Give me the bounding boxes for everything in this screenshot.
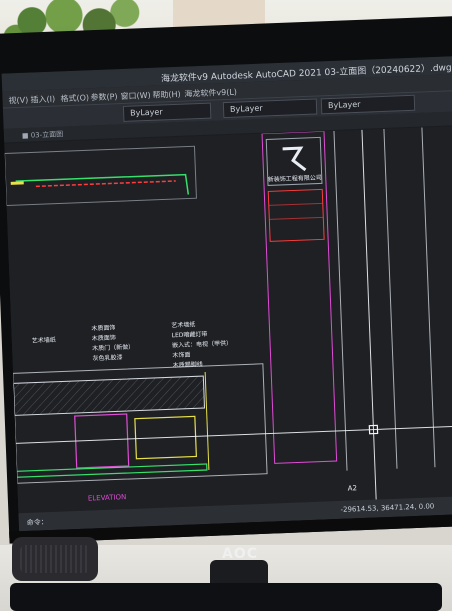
annotation: 木质面饰: [92, 333, 116, 342]
menu-item[interactable]: 视(V): [8, 95, 28, 107]
lineweight-dropdown-label: ByLayer: [229, 103, 263, 114]
brand-logo: AOC: [222, 546, 259, 562]
color-dropdown-label: ByLayer: [327, 99, 361, 111]
annotation: 木饰面: [172, 351, 190, 360]
layer-dropdown[interactable]: ByLayer: [122, 102, 212, 122]
lineweight-dropdown[interactable]: ByLayer: [222, 98, 318, 119]
menu-item[interactable]: 参数(P): [90, 91, 117, 103]
cad-drawing-svg: 新装饰工程有限公司 木质面饰 艺术墙纸 木质面饰 木质门（新做） 灰色乳胶漆 艺…: [4, 125, 452, 514]
photo-scene: 海龙软件v9 Autodesk AutoCAD 2021 03-立面图（2024…: [0, 0, 452, 611]
layer-dropdown-label: ByLayer: [129, 107, 163, 118]
menu-item[interactable]: 帮助(H): [152, 89, 181, 101]
annotation: 木质面饰: [91, 323, 115, 332]
color-dropdown[interactable]: ByLayer: [320, 94, 416, 115]
annotation: 艺术墙纸: [32, 336, 56, 345]
monitor: 海龙软件v9 Autodesk AutoCAD 2021 03-立面图（2024…: [0, 15, 452, 544]
menu-item[interactable]: 插入(I): [30, 94, 55, 106]
annotation: 艺术墙纸: [171, 320, 195, 329]
coordinate-readout: -29614.53, 36471.24, 0.00: [340, 502, 435, 514]
monitor-screen: 海龙软件v9 Autodesk AutoCAD 2021 03-立面图（2024…: [1, 56, 452, 532]
keyboard: [10, 583, 442, 611]
annotation: 木质踢脚线: [173, 360, 203, 369]
menu-item[interactable]: 海龙软件v9(L): [184, 87, 237, 100]
menu-item[interactable]: 窗口(W): [120, 90, 151, 102]
tab-label[interactable]: ■ 03-立面图: [22, 129, 64, 141]
command-hint: 命令：: [26, 518, 48, 527]
drawing-background: [4, 125, 452, 514]
ceiling-hatch: [12, 375, 206, 416]
annotation: LED暗藏灯带: [172, 330, 208, 339]
speaker: [12, 537, 98, 581]
menu-item[interactable]: 格式(O): [60, 92, 89, 104]
cad-drawing-area[interactable]: 新装饰工程有限公司 木质面饰 艺术墙纸 木质面饰 木质门（新做） 灰色乳胶漆 艺…: [4, 125, 452, 514]
annotation: 木质门（新做）: [92, 343, 134, 353]
sheet-size: A2: [348, 484, 358, 492]
annotation: 灰色乳胶漆: [92, 353, 122, 362]
elevation-title: ELEVATION: [88, 493, 127, 502]
